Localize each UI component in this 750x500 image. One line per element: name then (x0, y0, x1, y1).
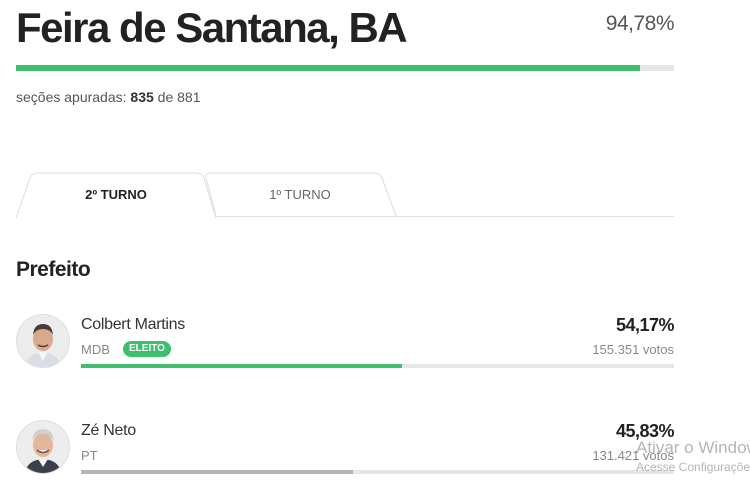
tab-second-round[interactable]: 2º TURNO (16, 172, 216, 218)
sections-counted-number: 835 (130, 89, 154, 105)
candidate-votes: 155.351 votos (592, 342, 674, 357)
sections-of: de (157, 89, 174, 105)
page-title: Feira de Santana, BA (16, 4, 408, 51)
candidate-name: Colbert Martins (81, 316, 185, 333)
candidate-vote-bar (81, 470, 674, 474)
tab-first-round[interactable]: 1º TURNO (202, 172, 398, 217)
candidate-party: PT (81, 448, 98, 463)
candidate-row[interactable]: Zé Neto PT 45,83% 131.421 votos (16, 420, 675, 490)
candidate-photo (16, 420, 70, 474)
candidate-photo (16, 314, 70, 368)
candidate-votes: 131.421 votos (592, 448, 674, 463)
round-tabs: 2º TURNO 1º TURNO (16, 172, 674, 218)
candidate-percentage: 54,17% (615, 315, 675, 335)
counted-percentage: 94,78% (605, 12, 675, 35)
tab-second-round-label: 2º TURNO (85, 186, 147, 202)
candidate-row[interactable]: Colbert Martins MDB ELEITO 54,17% 155.35… (16, 314, 675, 384)
sections-counted: seções apuradas: 835 de 881 (16, 89, 201, 105)
candidate-name: Zé Neto (81, 422, 136, 439)
candidate-party: MDB (81, 342, 110, 357)
office-heading: Prefeito (16, 258, 91, 281)
counting-progress-bar (16, 65, 674, 71)
candidate-vote-bar (81, 364, 674, 368)
counting-progress-fill (16, 65, 640, 71)
sections-label: seções apuradas: (16, 89, 127, 105)
candidate-vote-bar-fill (81, 470, 353, 474)
elected-badge: ELEITO (123, 341, 171, 357)
sections-total: 881 (177, 89, 201, 105)
candidate-percentage: 45,83% (615, 421, 675, 441)
tab-first-round-label: 1º TURNO (269, 186, 331, 202)
candidate-vote-bar-fill (81, 364, 403, 368)
